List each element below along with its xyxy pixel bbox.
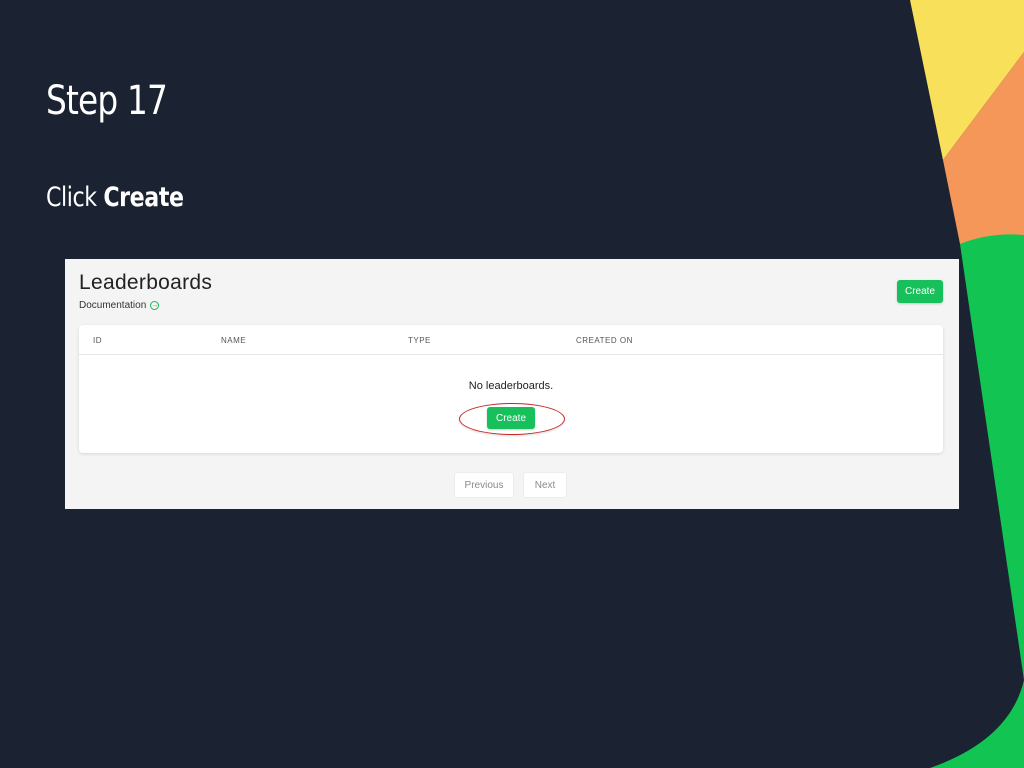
column-header-created-on[interactable]: CREATED ON <box>576 336 633 345</box>
highlight-ellipse <box>459 403 565 435</box>
documentation-link-label: Documentation <box>79 300 147 311</box>
table-header: ID NAME TYPE CREATED ON <box>79 325 943 355</box>
instruction-prefix: Click <box>46 182 104 213</box>
column-header-type[interactable]: TYPE <box>408 336 431 345</box>
column-header-id[interactable]: ID <box>93 336 102 345</box>
page-title: Leaderboards <box>79 271 213 294</box>
instruction-target: Create <box>103 182 184 213</box>
circle-arrow-right-icon: → <box>150 301 160 310</box>
create-button-header[interactable]: Create <box>897 280 943 303</box>
instruction-text: Click Create <box>46 182 184 213</box>
documentation-link[interactable]: Documentation → <box>79 300 160 311</box>
next-page-button[interactable]: Next <box>523 472 567 498</box>
leaderboards-table: ID NAME TYPE CREATED ON No leaderboards.… <box>79 325 943 453</box>
step-title: Step 17 <box>46 78 168 124</box>
empty-state-message: No leaderboards. <box>468 380 554 392</box>
previous-page-button[interactable]: Previous <box>454 472 514 498</box>
column-header-name[interactable]: NAME <box>221 336 246 345</box>
leaderboards-screenshot: Leaderboards Documentation → Create ID N… <box>65 259 959 509</box>
